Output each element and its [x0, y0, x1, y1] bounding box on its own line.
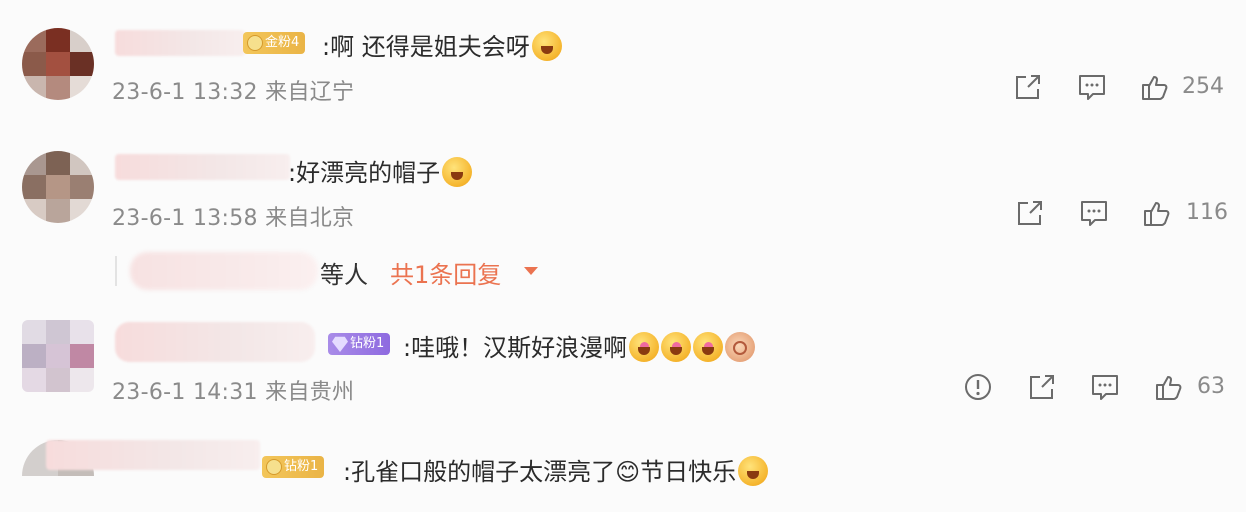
comment-text: :孔雀口般的帽子太漂亮了😊节日快乐: [343, 452, 769, 487]
laugh-emoji-icon: [738, 456, 769, 486]
comment-body: :孔雀口般的帽子太漂亮了😊节日快乐: [343, 458, 737, 486]
badge-icon: [266, 459, 282, 475]
comment-item: 钻粉1 :孔雀口般的帽子太漂亮了😊节日快乐: [0, 0, 1246, 486]
badge-label: 钻粉1: [284, 459, 319, 474]
username-blurred[interactable]: [46, 440, 260, 470]
fan-badge[interactable]: 钻粉1: [262, 456, 325, 478]
